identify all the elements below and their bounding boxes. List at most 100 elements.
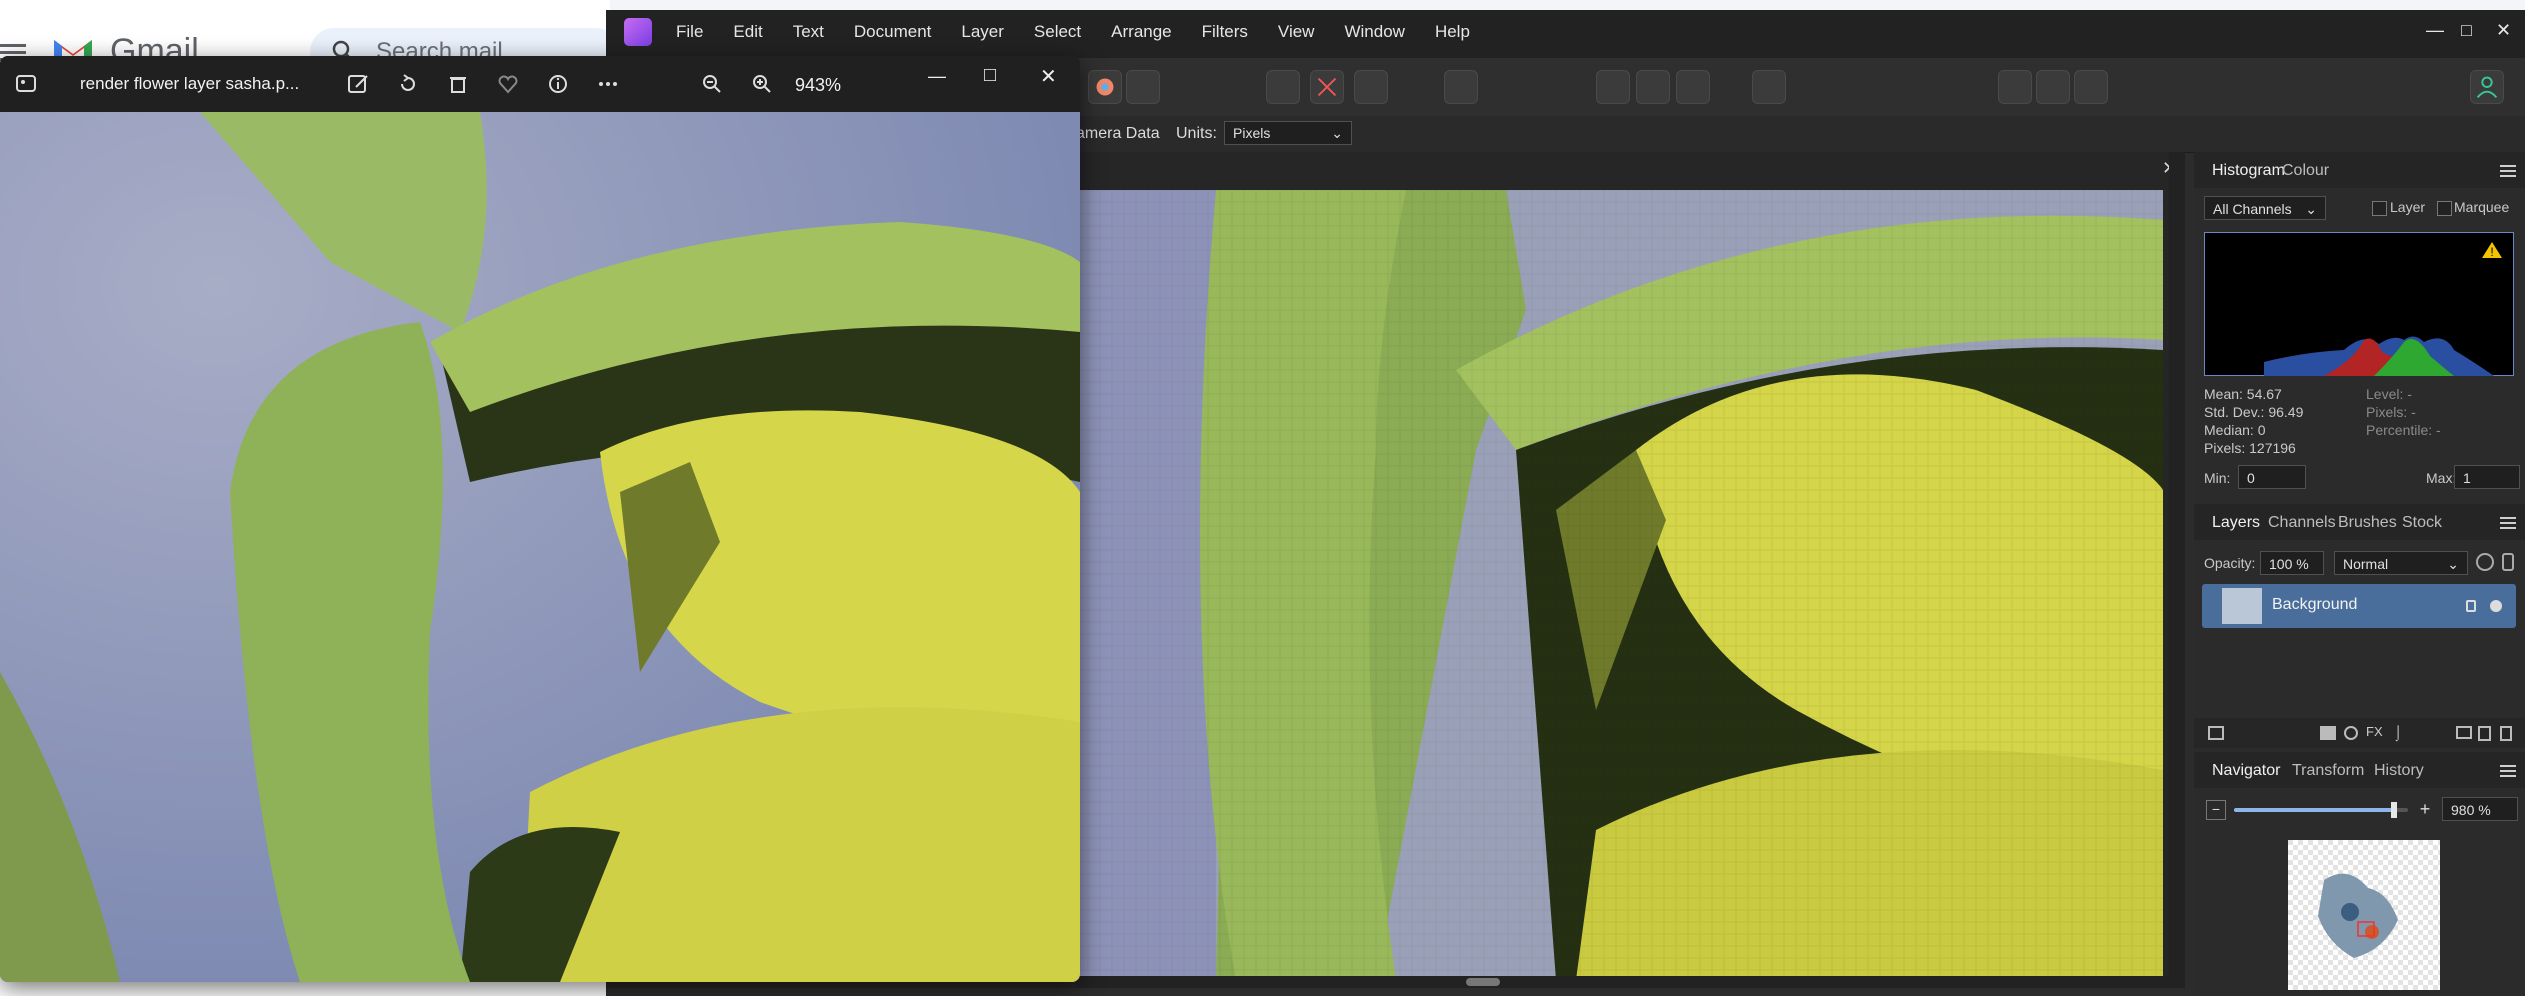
live-filter-icon[interactable]: ⌡ — [2394, 724, 2402, 740]
edit-image-icon[interactable] — [344, 70, 372, 98]
chevron-down-icon: ⌄ — [1331, 125, 1343, 141]
deselect-icon[interactable] — [1310, 70, 1344, 104]
trash-icon[interactable] — [444, 70, 472, 98]
zoom-slider[interactable] — [2234, 802, 2408, 818]
tab-channels[interactable]: Channels — [2268, 514, 2336, 532]
menu-select[interactable]: Select — [1034, 22, 1081, 42]
select-all-icon[interactable] — [1266, 70, 1300, 104]
rotate-icon[interactable] — [394, 70, 422, 98]
favorite-heart-icon[interactable] — [494, 70, 522, 98]
menu-layer[interactable]: Layer — [961, 22, 1004, 42]
zoom-in-button[interactable]: + — [2416, 800, 2434, 818]
maximize-icon[interactable]: □ — [984, 64, 996, 87]
brush-settings-icon[interactable] — [1126, 70, 1160, 104]
menu-filters[interactable]: Filters — [1202, 22, 1248, 42]
menu-edit[interactable]: Edit — [733, 22, 762, 42]
arrange-back-icon[interactable] — [2036, 70, 2070, 104]
mask-icon[interactable] — [2320, 726, 2336, 740]
min-label: Min: — [2204, 470, 2231, 486]
maximize-icon[interactable]: □ — [2461, 20, 2472, 41]
assistant-icon[interactable] — [1752, 70, 1786, 104]
opacity-input[interactable]: 100 % — [2260, 551, 2324, 575]
tab-navigator[interactable]: Navigator — [2212, 762, 2280, 780]
persona-icon[interactable] — [2470, 70, 2504, 104]
zoom-out-icon[interactable] — [698, 70, 726, 98]
horizontal-scroll-thumb[interactable] — [1466, 978, 1500, 986]
magnet-icon[interactable] — [1676, 70, 1710, 104]
zoom-in-icon[interactable] — [748, 70, 776, 98]
layer-row[interactable]: Background — [2202, 584, 2516, 628]
trash-icon[interactable] — [2500, 726, 2512, 741]
tab-transform[interactable]: Transform — [2292, 762, 2364, 780]
max-input[interactable]: 1 — [2454, 465, 2520, 489]
visibility-icon[interactable] — [2490, 600, 2502, 612]
arrange-front-icon[interactable] — [1998, 70, 2032, 104]
colour-wheel-icon[interactable] — [1088, 70, 1122, 104]
opacity-label: Opacity: — [2204, 555, 2256, 571]
layers-bottom-toolbar: FX ⌡ — [2194, 718, 2525, 748]
gear-icon[interactable] — [2476, 553, 2494, 571]
zoom-out-button[interactable]: − — [2206, 800, 2226, 820]
horizontal-scrollbar[interactable] — [1076, 976, 2169, 988]
add-layer-icon[interactable] — [2478, 726, 2491, 741]
panel-menu-icon[interactable] — [2500, 765, 2516, 777]
channel-select-value: All Channels — [2213, 201, 2292, 217]
chevron-down-icon: ⌄ — [2305, 201, 2317, 217]
vertical-scrollbar[interactable] — [2169, 152, 2185, 988]
stat-median: Median: 0 — [2204, 422, 2266, 438]
layers-panel-header: Layers Channels Brushes Stock — [2194, 504, 2525, 540]
menu-document[interactable]: Document — [854, 22, 931, 42]
menu-view[interactable]: View — [1278, 22, 1315, 42]
invert-selection-icon[interactable] — [1354, 70, 1388, 104]
minimize-icon[interactable]: — — [928, 66, 946, 87]
marquee-checkbox[interactable] — [2437, 201, 2452, 216]
fx-icon[interactable]: FX — [2366, 724, 2383, 739]
min-input[interactable]: 0 — [2238, 465, 2306, 489]
opacity-value: 100 % — [2269, 556, 2309, 572]
navigator-zoom-field[interactable]: 980 % — [2442, 797, 2518, 821]
camera-data-label[interactable]: amera Data — [1076, 125, 1160, 143]
lock-icon[interactable] — [2466, 600, 2476, 612]
quick-mask-icon[interactable] — [1444, 70, 1478, 104]
menu-help[interactable]: Help — [1435, 22, 1470, 42]
blend-mode-select[interactable]: Normal ⌄ — [2334, 551, 2468, 575]
menu-text[interactable]: Text — [793, 22, 824, 42]
units-dropdown[interactable]: Pixels ⌄ — [1224, 121, 1352, 145]
minimize-icon[interactable]: — — [2426, 20, 2444, 41]
photos-viewer-window: render flower layer sasha.p... 943% — □ … — [0, 56, 1080, 982]
photo-image[interactable] — [0, 112, 1080, 982]
snapping-icon[interactable] — [1636, 70, 1670, 104]
tab-brushes[interactable]: Brushes — [2338, 514, 2397, 532]
more-options-icon[interactable] — [594, 70, 622, 98]
close-icon[interactable]: ✕ — [2496, 20, 2511, 41]
boolean-icon[interactable] — [2074, 70, 2108, 104]
menu-window[interactable]: Window — [1344, 22, 1404, 42]
menu-file[interactable]: File — [676, 22, 703, 42]
zoom-slider-handle[interactable] — [2391, 802, 2398, 818]
panel-menu-icon[interactable] — [2500, 165, 2516, 177]
channel-select[interactable]: All Channels ⌄ — [2204, 196, 2326, 220]
blend-mode-value: Normal — [2343, 556, 2389, 572]
layer-options-icon[interactable] — [2208, 726, 2224, 740]
affinity-logo-icon — [624, 18, 652, 46]
tab-layers[interactable]: Layers — [2212, 514, 2260, 532]
menu-bar: File Edit Text Document Layer Select Arr… — [676, 22, 1470, 42]
menu-arrange[interactable]: Arrange — [1111, 22, 1171, 42]
document-image[interactable] — [1076, 190, 2163, 980]
panel-menu-icon[interactable] — [2500, 517, 2516, 529]
adjustment-icon[interactable] — [2344, 726, 2358, 740]
tab-histogram[interactable]: Histogram — [2212, 162, 2285, 180]
tab-history[interactable]: History — [2374, 762, 2424, 780]
chevron-down-icon: ⌄ — [2447, 556, 2459, 572]
layer-checkbox[interactable] — [2372, 201, 2387, 216]
photos-app-icon — [16, 75, 36, 92]
tab-colour[interactable]: Colour — [2282, 162, 2329, 180]
close-icon[interactable]: ✕ — [1040, 64, 1057, 89]
navigator-preview[interactable] — [2288, 840, 2440, 990]
svg-text:!: ! — [2490, 245, 2493, 259]
lock-icon[interactable] — [2502, 553, 2514, 571]
folder-icon[interactable] — [2456, 726, 2472, 739]
info-icon[interactable] — [544, 70, 572, 98]
align-icon[interactable] — [1596, 70, 1630, 104]
tab-stock[interactable]: Stock — [2402, 514, 2442, 532]
